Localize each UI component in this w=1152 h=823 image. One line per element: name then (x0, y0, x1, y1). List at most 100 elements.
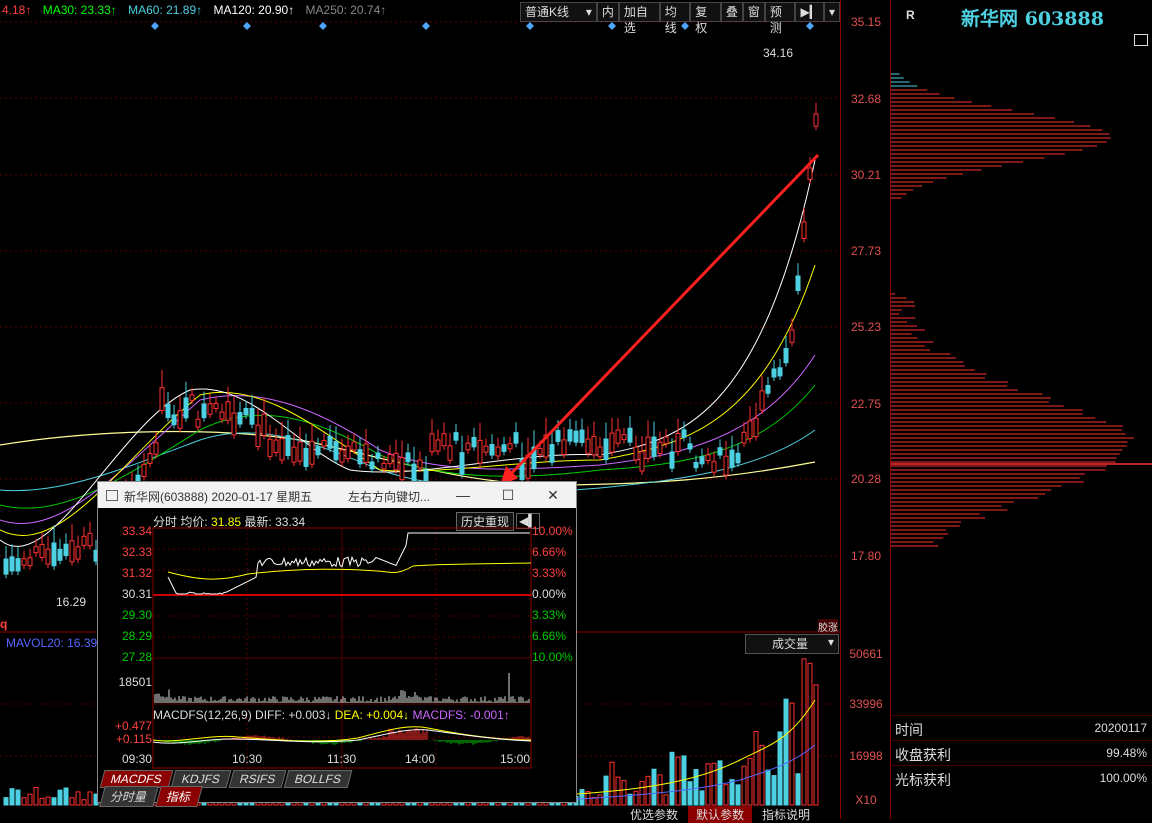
candle (657, 431, 663, 458)
add-watchlist-button[interactable]: 加自选 (618, 2, 660, 35)
price-tick: 32.68 (850, 92, 882, 106)
candle (645, 420, 651, 463)
macd-mid-tick: +0.115 (115, 732, 152, 746)
ma-button[interactable]: 均线 (659, 2, 691, 35)
tab-rsifs[interactable]: RSIFS (228, 770, 287, 788)
candle (471, 427, 477, 451)
vol-tick: 18501 (118, 675, 152, 689)
candle (747, 406, 753, 443)
time-tick: 09:30 (122, 752, 153, 766)
candle (195, 410, 201, 431)
candle (753, 403, 759, 441)
volume-bar (27, 793, 33, 806)
candle (249, 394, 255, 429)
volume-bar (645, 775, 651, 806)
volume-bar (759, 744, 765, 806)
indicator-help-button[interactable]: 指标说明 (762, 806, 810, 823)
kline-type-select[interactable]: 普通K线 ▾ (520, 2, 597, 22)
candle (627, 415, 633, 447)
intraday-popup-window[interactable]: 新华网(603888) 2020-01-17 星期五 左右方向键切... — ☐… (97, 481, 577, 807)
candle (465, 435, 471, 454)
play-icon[interactable]: ▶▎ (795, 2, 824, 22)
chip-profile (891, 73, 1152, 547)
volume-bar (753, 730, 759, 806)
volume-bar (603, 775, 609, 806)
candle (813, 102, 819, 131)
window-button[interactable]: 窗 (742, 2, 765, 22)
adjust-button[interactable]: 复权 (690, 2, 721, 35)
candle (393, 439, 399, 474)
candle (87, 521, 93, 550)
candle (399, 440, 405, 484)
stat-key: 时间 (895, 722, 923, 738)
candle (453, 424, 459, 445)
volume-bar (765, 769, 771, 806)
candle (579, 418, 585, 447)
overlay-button[interactable]: 叠 (720, 2, 743, 22)
tab-bollfs[interactable]: BOLLFS (283, 770, 353, 788)
volume-bar (597, 794, 603, 806)
candle (771, 360, 777, 381)
stat-row: 收盘获利 99.48% (891, 740, 1152, 765)
candle (477, 422, 483, 467)
candle (219, 403, 225, 424)
ma60-value: MA60: 21.89↑ (128, 3, 203, 17)
candle (69, 524, 75, 566)
volume-bar (45, 796, 51, 806)
tab-intraday-volume[interactable]: 分时量 (99, 786, 159, 807)
mavol-label: MAVOL20: 16.39 (6, 636, 98, 650)
pct-tick: 3.33% (532, 566, 567, 580)
candle (357, 437, 363, 468)
forecast-button[interactable]: 预测 (764, 2, 796, 35)
volume-bar (81, 799, 87, 806)
candle (147, 443, 153, 468)
macd-header: MACDFS(12,26,9) DIFF: +0.003↓ DEA: +0.00… (153, 708, 510, 722)
volume-bar (735, 784, 741, 806)
inner-button[interactable]: 内 (596, 2, 619, 22)
candle (177, 396, 183, 433)
candle (435, 429, 441, 456)
price-tick: 28.29 (121, 629, 152, 643)
chevron-down-icon[interactable]: ▾ (823, 2, 840, 22)
default-params-button[interactable]: 默认参数 (688, 806, 753, 823)
tab-indicator[interactable]: 指标 (155, 786, 203, 807)
chip-stats: 时间 20200117 收盘获利 99.48% 光标获利 100.00% (891, 715, 1152, 790)
volume-bar (33, 786, 39, 806)
candle (489, 434, 495, 460)
volume-bar (747, 757, 753, 806)
bottom-tabs: 分时量 指标 (99, 786, 203, 807)
volume-bar (801, 658, 807, 806)
candle (429, 419, 435, 456)
candle (651, 421, 657, 461)
volume-bar (579, 789, 585, 806)
candle (273, 428, 279, 457)
volume-tick: 16998 (849, 749, 883, 763)
volume-bar (717, 760, 723, 806)
macd-macdfs: MACDFS: -0.001↑ (412, 708, 510, 722)
candle (765, 376, 771, 398)
volume-bar (609, 761, 615, 806)
candle (405, 443, 411, 466)
volume-bar (639, 780, 645, 806)
candle (255, 408, 261, 451)
chevron-down-icon: ▾ (827, 635, 834, 649)
volume-indicator-select[interactable]: 成交量 ▾ (745, 634, 839, 654)
volume-bar (729, 779, 735, 806)
price-tick: 31.32 (121, 566, 152, 580)
candle (57, 538, 63, 565)
candle (309, 423, 315, 469)
candle (495, 437, 501, 460)
volume-bar (621, 780, 627, 806)
stat-row: 光标获利 100.00% (891, 765, 1152, 790)
preferred-params-button[interactable]: 优选参数 (630, 806, 678, 823)
candle (735, 443, 741, 467)
volume-bar (75, 791, 81, 806)
price-tick: 30.31 (121, 587, 152, 601)
volume-bar (63, 787, 69, 806)
candle (75, 535, 81, 564)
candle (621, 427, 627, 444)
candle (507, 436, 513, 453)
candle (441, 422, 447, 450)
price-tick: 33.34 (121, 524, 152, 538)
candle (165, 392, 171, 422)
